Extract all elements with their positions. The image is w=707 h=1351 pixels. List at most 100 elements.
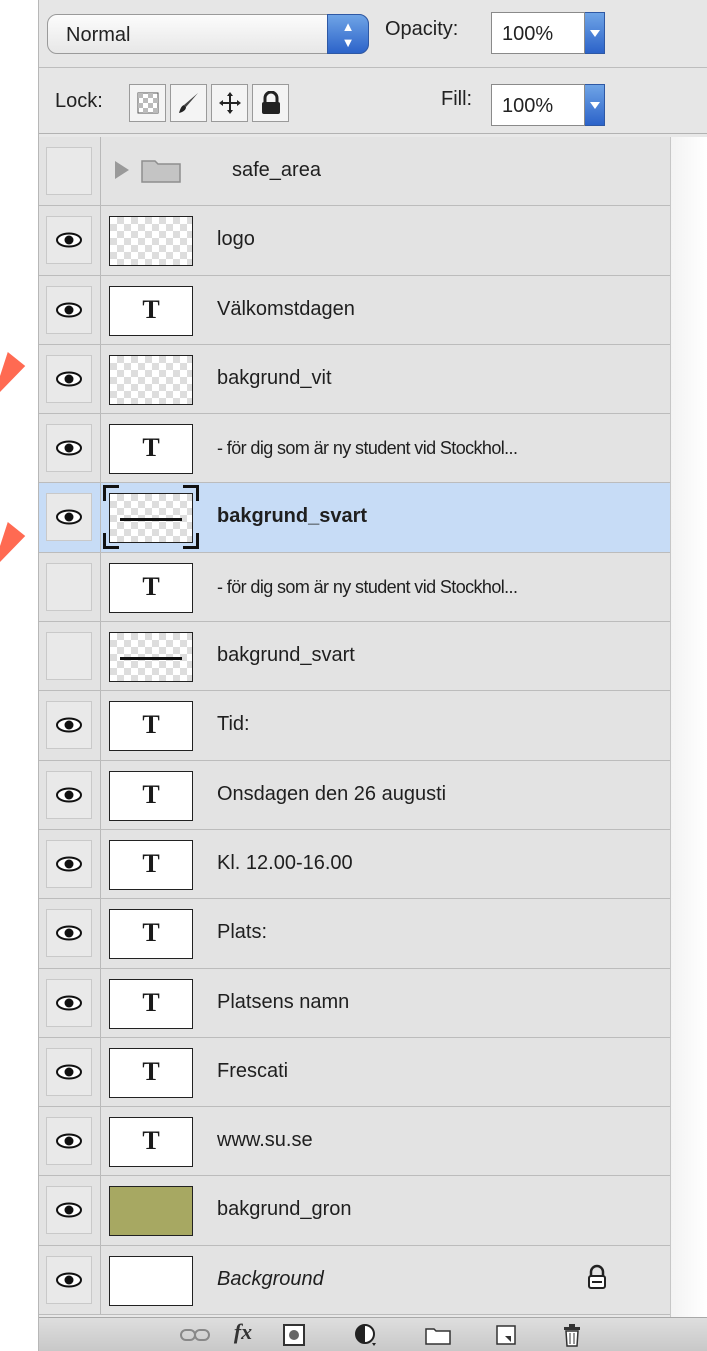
layer-style-fx-icon[interactable]: fx	[225, 1319, 261, 1344]
annotation-arrow	[0, 522, 30, 570]
blend-mode-value: Normal	[66, 24, 131, 46]
layer-row[interactable]: T Tid:	[39, 691, 670, 761]
column-divider	[100, 1037, 101, 1107]
layer-name: Onsdagen den 26 augusti	[217, 782, 447, 805]
visibility-toggle[interactable]	[46, 701, 92, 750]
visibility-toggle[interactable]	[46, 1117, 92, 1166]
eye-icon	[56, 1272, 82, 1288]
layer-row[interactable]: T Välkomstdagen	[39, 275, 670, 345]
layer-name: Plats:	[217, 921, 268, 944]
thumbnail-line	[120, 657, 182, 661]
visibility-toggle[interactable]	[46, 978, 92, 1027]
blend-mode-select[interactable]: Normal ▲ ▼	[47, 14, 369, 54]
lock-icon	[587, 1264, 607, 1290]
layer-row[interactable]: logo	[39, 206, 670, 276]
lock-transparency-icon[interactable]	[129, 84, 166, 122]
layer-mask-icon[interactable]	[279, 1324, 309, 1346]
layer-row-selected[interactable]: bakgrund_svart	[39, 483, 670, 553]
visibility-toggle[interactable]	[46, 909, 92, 958]
fill-dropdown-icon[interactable]	[585, 84, 605, 126]
text-layer-icon: T	[142, 710, 160, 740]
column-divider	[100, 691, 101, 760]
eye-icon	[56, 995, 82, 1011]
layer-name: Background	[217, 1267, 324, 1290]
trash-icon[interactable]	[555, 1324, 589, 1347]
visibility-toggle[interactable]	[46, 632, 92, 681]
layer-row[interactable]: Twww.su.se	[39, 1107, 670, 1177]
layer-row[interactable]: T - för dig som är ny student vid Stockho…	[39, 414, 670, 484]
opacity-value: 100%	[502, 23, 554, 45]
layer-row[interactable]: Background	[39, 1245, 670, 1316]
opacity-dropdown-icon[interactable]	[585, 12, 605, 54]
layer-thumbnail	[109, 1255, 193, 1306]
visibility-toggle[interactable]	[46, 285, 92, 334]
link-layers-icon[interactable]	[179, 1324, 211, 1346]
visibility-toggle[interactable]	[46, 562, 92, 611]
layer-thumbnail: T	[109, 770, 193, 821]
eye-icon	[56, 1133, 82, 1149]
column-divider	[100, 414, 101, 483]
scrollbar[interactable]	[670, 137, 707, 1317]
layer-row[interactable]: T Kl. 12.00-16.00	[39, 829, 670, 900]
visibility-toggle[interactable]	[46, 770, 92, 819]
new-group-folder-icon[interactable]	[421, 1324, 455, 1346]
layer-row[interactable]: T Frescati	[39, 1037, 670, 1108]
visibility-toggle[interactable]	[46, 216, 92, 265]
layer-thumbnail: T	[109, 701, 193, 752]
layer-row[interactable]: bakgrund_gron	[39, 1176, 670, 1246]
blend-mode-stepper-icon[interactable]: ▲ ▼	[327, 14, 369, 54]
text-layer-icon: T	[142, 1126, 160, 1156]
layer-name: - för dig som är ny student vid Stockhol…	[217, 576, 518, 597]
layer-thumbnail: T	[109, 1117, 193, 1168]
visibility-toggle[interactable]	[46, 839, 92, 888]
visibility-toggle[interactable]	[46, 147, 92, 195]
layer-name: bakgrund_svart	[217, 505, 368, 528]
layer-name: - för dig som är ny student vid Stockhol…	[217, 438, 518, 459]
layer-thumbnail	[109, 632, 193, 683]
layers-list: safe_area logo T Välkomstdagen bakgrund_vit T…	[39, 137, 670, 1316]
layer-name: Frescati	[217, 1059, 289, 1082]
layer-row[interactable]: safe_area	[39, 137, 670, 207]
layer-row[interactable]: T Platsens namn	[39, 968, 670, 1038]
visibility-toggle[interactable]	[46, 1255, 92, 1304]
text-layer-icon: T	[142, 848, 160, 878]
opacity-label: Opacity:	[385, 18, 459, 40]
visibility-toggle[interactable]	[46, 424, 92, 473]
fill-input[interactable]: 100%	[491, 84, 585, 126]
column-divider	[100, 829, 101, 899]
layer-row[interactable]: bakgrund_vit	[39, 344, 670, 415]
layer-thumbnail: T	[109, 978, 193, 1029]
layer-name: bakgrund_vit	[217, 366, 332, 389]
layer-row[interactable]: T - för dig som är ny student vid Stockho…	[39, 552, 670, 623]
layer-name: www.su.se	[217, 1129, 313, 1152]
column-divider	[100, 344, 101, 414]
new-layer-icon[interactable]	[489, 1324, 523, 1346]
lock-all-icon[interactable]	[252, 84, 289, 122]
layer-name: Kl. 12.00-16.00	[217, 851, 353, 874]
column-divider	[100, 968, 101, 1037]
eye-icon	[56, 302, 82, 318]
layer-thumbnail	[109, 1186, 193, 1237]
text-layer-icon: T	[142, 918, 160, 948]
expand-triangle-icon[interactable]	[115, 161, 129, 179]
opacity-input[interactable]: 100%	[491, 12, 585, 54]
lock-brush-icon[interactable]	[170, 84, 207, 122]
column-divider	[100, 137, 101, 206]
lock-move-icon[interactable]	[211, 84, 248, 122]
visibility-toggle[interactable]	[46, 1186, 92, 1235]
adjustment-layer-icon[interactable]	[349, 1324, 383, 1346]
column-divider	[100, 552, 101, 622]
visibility-toggle[interactable]	[46, 1047, 92, 1096]
layer-thumbnail: T	[109, 1047, 193, 1098]
visibility-toggle[interactable]	[46, 493, 92, 542]
text-layer-icon: T	[142, 433, 160, 463]
layer-row[interactable]: T Plats:	[39, 899, 670, 969]
column-divider	[100, 483, 101, 552]
fill-label: Fill:	[441, 88, 473, 110]
layer-row[interactable]: T Onsdagen den 26 augusti	[39, 760, 670, 830]
layer-row[interactable]: bakgrund_svart	[39, 622, 670, 692]
visibility-toggle[interactable]	[46, 354, 92, 403]
layers-panel: Normal ▲ ▼ Opacity: 100% Lock: Fill: 100…	[38, 0, 707, 1351]
layer-name: bakgrund_gron	[217, 1198, 352, 1221]
text-layer-icon: T	[142, 571, 160, 601]
